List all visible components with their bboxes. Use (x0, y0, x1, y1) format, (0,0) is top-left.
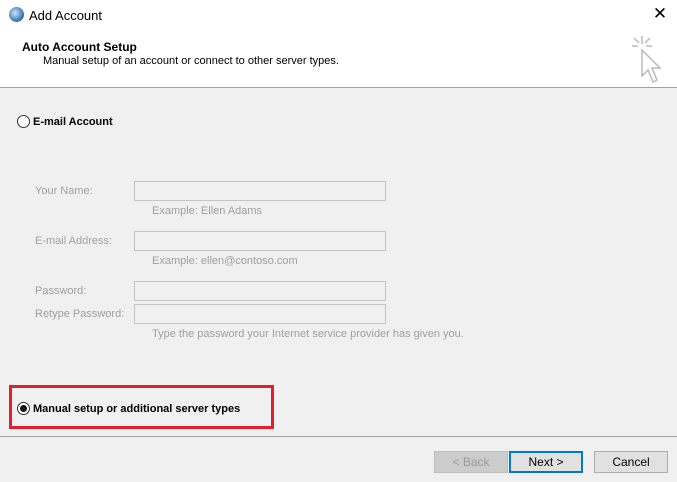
next-button[interactable]: Next > (509, 451, 583, 473)
title-bar: Add Account ✕ (0, 0, 677, 30)
your-name-hint: Example: Ellen Adams (152, 205, 263, 217)
your-name-input (134, 181, 386, 201)
window-title: Add Account (29, 8, 102, 23)
page-title: Auto Account Setup (22, 40, 137, 54)
cursor-sparkle-icon (632, 36, 662, 84)
manual-setup-label: Manual setup or additional server types (33, 402, 241, 415)
your-name-label: Your Name: (35, 185, 93, 197)
password-hint: Type the password your Internet service … (152, 328, 464, 340)
cancel-button[interactable]: Cancel (594, 451, 668, 473)
close-icon[interactable]: ✕ (650, 4, 670, 24)
email-account-radio[interactable]: E-mail Account (17, 115, 113, 128)
wizard-header: Auto Account Setup Manual setup of an ac… (0, 30, 677, 88)
email-address-input (134, 231, 386, 251)
retype-password-input (134, 304, 386, 324)
radio-button-selected[interactable] (17, 402, 30, 415)
retype-password-label: Retype Password: (35, 308, 125, 320)
email-address-label: E-mail Address: (35, 235, 113, 247)
radio-button[interactable] (17, 115, 30, 128)
password-label: Password: (35, 285, 87, 297)
page-subtitle: Manual setup of an account or connect to… (43, 55, 339, 67)
password-input (134, 281, 386, 301)
outlook-app-icon (9, 7, 24, 22)
email-account-label: E-mail Account (33, 115, 113, 128)
back-button[interactable]: < Back (434, 451, 508, 473)
footer-divider (0, 436, 677, 437)
manual-setup-radio[interactable]: Manual setup or additional server types (17, 402, 240, 415)
email-address-hint: Example: ellen@contoso.com (152, 255, 298, 267)
